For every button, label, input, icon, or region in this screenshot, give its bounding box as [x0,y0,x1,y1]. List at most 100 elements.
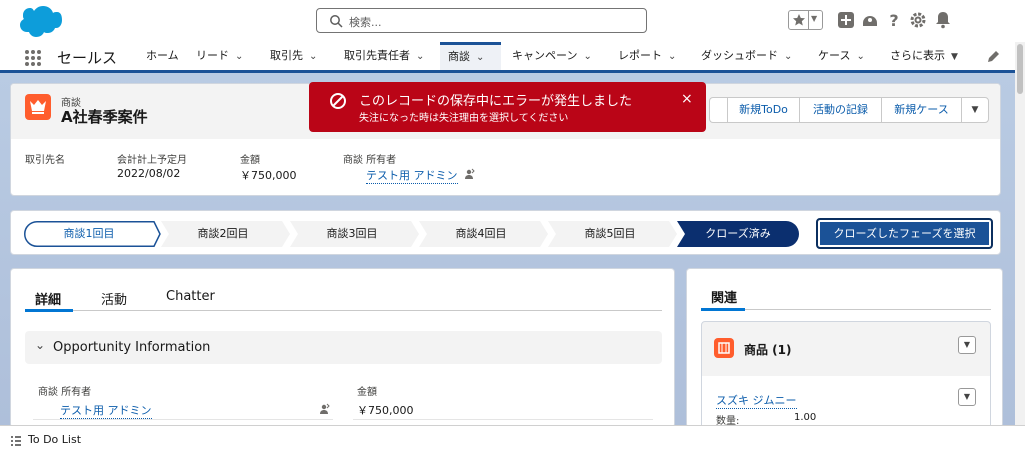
chevron-down-icon[interactable]: ⌄ [309,43,317,71]
path-stage-label: 商談1回目 [63,227,115,240]
product-icon [714,338,734,358]
section-title: Opportunity Information [53,340,211,355]
owner-link[interactable]: テスト用 アドミン [366,167,458,184]
chevron-down-icon[interactable]: ⌄ [476,46,484,70]
close-icon[interactable]: × [681,91,693,107]
chevron-down-icon[interactable]: ⌄ [784,43,792,71]
follow-button-edge[interactable] [709,97,729,123]
nav-item-label: さらに表示 [890,49,945,62]
chevron-down-icon[interactable]: ⌄ [235,43,243,71]
bell-icon[interactable] [933,10,953,30]
tab-chatter[interactable]: Chatter [166,289,215,304]
change-owner-icon[interactable] [318,403,330,415]
quantity-value: 1.00 [794,412,817,423]
caret-down-icon: ▼ [963,392,971,401]
path-stage-5[interactable]: 商談5回目 [548,221,672,247]
path-stage-label: 商談4回目 [455,227,507,240]
nav-item-cases[interactable]: ケース ⌄ [810,42,873,70]
chevron-down-icon[interactable]: ⌄ [583,43,591,71]
favorites-button[interactable]: ▼ [788,10,823,30]
active-tab-indicator [701,308,745,311]
path-stage-1[interactable]: 商談1回目 [24,221,154,247]
path-stage-3[interactable]: 商談3回目 [290,221,414,247]
nav-item-label: リード [196,49,229,62]
owner-field-label: 商談 所有者 [38,387,92,398]
nav-item-contacts[interactable]: 取引先責任者 ⌄ [336,42,432,70]
nav-item-label: 取引先 [270,49,303,62]
todo-list-icon[interactable] [10,435,22,447]
caret-down-icon: ▼ [971,105,979,115]
nav-item-accounts[interactable]: 取引先 ⌄ [262,42,325,70]
caret-down-icon[interactable]: ▼ [951,43,958,71]
change-owner-icon[interactable] [463,168,475,180]
global-header: 検索... ▼ ? [0,0,1025,42]
products-list-body: スズキ ジムニー ▼ 数量: 1.00 [702,376,990,430]
nav-item-opportunities[interactable]: 商談 ⌄ [440,42,501,70]
nav-item-label: ダッシュボード [701,49,778,62]
nav-item-home[interactable]: ホーム [138,42,187,70]
app-name: セールス [57,49,118,67]
more-actions-button[interactable]: ▼ [961,97,989,123]
app-navigation: セールス ホーム リード ⌄ 取引先 ⌄ 取引先責任者 ⌄ 商談 ⌄ キャンペーン ⌄ レ… [0,42,1015,73]
product-row-menu-button[interactable]: ▼ [958,388,976,406]
detail-panel: 詳細 活動 Chatter ⌄ Opportunity Information … [10,268,675,428]
amount-field-value: ￥750,000 [357,404,414,417]
tab-details[interactable]: 詳細 [35,289,61,308]
help-icon[interactable]: ? [884,10,904,30]
page-scrollbar[interactable] [1015,42,1025,425]
path-stage-label: 商談3回目 [326,227,378,240]
edit-nav-icon[interactable] [986,50,1000,64]
products-title[interactable]: 商品 (1) [744,341,792,358]
nav-item-dashboards[interactable]: ダッシュボード ⌄ [693,42,800,70]
section-opportunity-information[interactable]: ⌄ Opportunity Information [25,331,662,364]
field-divider [353,419,653,420]
amount-field-label: 金額 [357,387,377,398]
nav-item-campaigns[interactable]: キャンペーン ⌄ [504,42,600,70]
products-menu-button[interactable]: ▼ [958,336,976,354]
close-date-value: 2022/08/02 [117,167,181,180]
chevron-down-icon[interactable]: ⌄ [416,43,424,71]
todo-list-button[interactable]: To Do List [28,433,81,446]
chevron-down-icon[interactable]: ⌄ [856,43,864,71]
setup-assistant-icon[interactable] [860,10,880,30]
app-launcher-icon[interactable] [24,49,42,67]
field-divider [33,419,333,420]
owner-field-link[interactable]: テスト用 アドミン [60,402,152,419]
opportunity-icon [25,94,51,120]
global-search[interactable]: 検索... [316,8,647,33]
path-stage-2[interactable]: 商談2回目 [161,221,285,247]
path-stage-4[interactable]: 商談4回目 [419,221,543,247]
related-panel: 関連 商品 (1) ▼ スズキ ジムニー ▼ 数量: 1.00 [686,268,1003,430]
record-tabs: 詳細 活動 Chatter [25,281,662,312]
search-placeholder: 検索... [349,16,382,29]
path-stage-closed[interactable]: クローズ済み [677,221,799,247]
select-closed-stage-button[interactable]: クローズしたフェーズを選択 [816,218,993,249]
nav-item-reports[interactable]: レポート ⌄ [610,42,684,70]
nav-item-more[interactable]: さらに表示 ▼ [882,42,966,70]
path-stage-label: 商談5回目 [584,227,636,240]
path-stage-label: クローズ済み [705,227,771,240]
nav-item-label: 商談 [448,50,470,63]
active-tab-indicator [25,309,73,312]
new-case-button[interactable]: 新規ケース [881,97,962,123]
amount-label: 金額 [240,155,260,166]
toast-message: 失注になった時は失注理由を選択してください [359,113,569,124]
error-icon [330,93,346,109]
owner-label: 商談 所有者 [343,155,397,166]
chevron-down-icon[interactable]: ⌄ [668,43,676,71]
gear-icon[interactable] [908,10,928,30]
account-name-label: 取引先名 [25,155,65,166]
opportunity-path: 商談1回目 商談2回目 商談3回目 商談4回目 商談5回目 クローズ済み クロー… [10,210,1001,255]
product-name-link[interactable]: スズキ ジムニー [716,392,797,409]
amount-value: ￥750,000 [240,169,297,182]
scrollbar-thumb[interactable] [1017,44,1023,94]
products-related-list: 商品 (1) ▼ スズキ ジムニー ▼ 数量: 1.00 [701,321,991,430]
nav-item-leads[interactable]: リード ⌄ [188,42,251,70]
add-icon[interactable] [836,10,856,30]
tab-activity[interactable]: 活動 [101,289,127,308]
related-title[interactable]: 関連 [711,287,737,306]
new-task-button[interactable]: 新規ToDo [727,97,800,123]
log-activity-button[interactable]: 活動の記録 [799,97,882,123]
salesforce-logo[interactable] [14,5,62,37]
close-date-label: 会計計上予定月 [117,155,187,166]
